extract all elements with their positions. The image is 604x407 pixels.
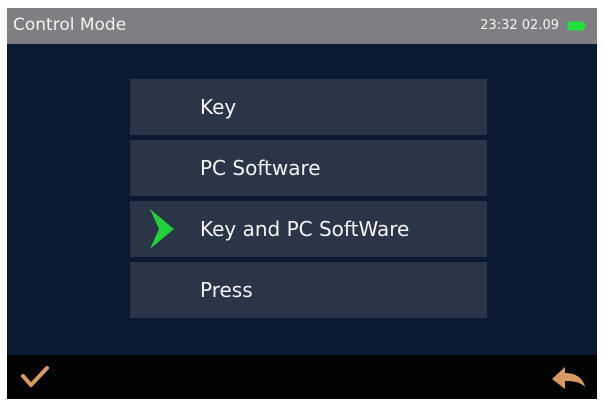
main-content: Key PC Software Key and PC SoftWare Pres…	[7, 44, 597, 355]
menu-item-press[interactable]: Press	[130, 262, 487, 318]
control-mode-menu: Key PC Software Key and PC SoftWare Pres…	[130, 79, 487, 318]
menu-item-label: Key and PC SoftWare	[200, 217, 410, 241]
title-bar: Control Mode 23:32 02.09	[7, 8, 597, 44]
menu-item-key-and-pc-software[interactable]: Key and PC SoftWare	[130, 201, 487, 257]
menu-item-label: PC Software	[200, 156, 321, 180]
status-text: 23:32 02.09	[480, 18, 559, 33]
menu-item-label: Key	[200, 95, 237, 119]
page-title: Control Mode	[13, 15, 127, 35]
back-arrow-icon[interactable]	[549, 363, 587, 391]
bottom-bar	[7, 355, 597, 399]
check-icon[interactable]	[20, 361, 50, 391]
device-screen: Control Mode 23:32 02.09 Key PC Software…	[7, 8, 597, 399]
menu-item-key[interactable]: Key	[130, 79, 487, 135]
selected-arrow-icon	[150, 209, 174, 249]
battery-icon	[567, 21, 586, 31]
menu-item-label: Press	[200, 278, 253, 302]
menu-item-pc-software[interactable]: PC Software	[130, 140, 487, 196]
